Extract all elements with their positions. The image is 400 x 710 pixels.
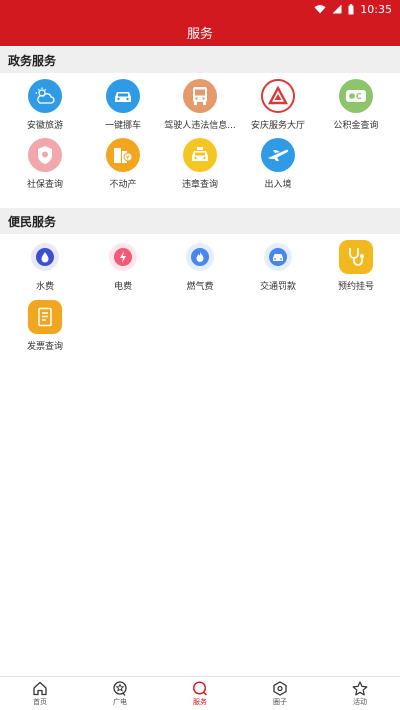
service-label: 公积金查询: [333, 121, 379, 131]
service-immigration[interactable]: 出入境: [238, 138, 318, 190]
section-title: 政务服务: [8, 53, 57, 68]
bus-icon: [183, 79, 217, 113]
lightning-icon: [109, 243, 137, 271]
water-drop-icon: [31, 243, 59, 271]
service-label: 交通罚款: [259, 282, 296, 292]
service-label: 出入境: [264, 180, 292, 190]
service-label: 违章查询: [181, 180, 218, 190]
signal-icon: [332, 4, 342, 14]
service-label: 不动产: [109, 180, 137, 190]
battery-icon: [348, 3, 354, 14]
star-icon: [352, 680, 368, 695]
tab-label: 圈子: [273, 697, 287, 706]
wifi-icon: [314, 5, 326, 14]
search-service-icon: [192, 680, 208, 696]
airplane-icon: [261, 138, 295, 172]
car-front-icon: [264, 243, 292, 271]
service-logo-icon: [261, 79, 295, 113]
page-title: 服务: [186, 26, 213, 42]
service-label: 水费: [35, 282, 54, 292]
status-bar: 10:35: [0, 0, 400, 18]
tab-label: 首页: [33, 697, 47, 706]
tab-home[interactable]: 首页: [0, 677, 80, 710]
bottom-tab-bar: 首页 广电 服务 圈子 活动: [0, 676, 400, 710]
home-icon: [33, 681, 47, 695]
service-label: 社保查询: [26, 180, 63, 190]
tab-broadcast[interactable]: 广电: [80, 677, 160, 710]
building-icon: ¥: [106, 138, 140, 172]
service-driver-violation[interactable]: 驾驶人违法信息...: [160, 79, 240, 131]
service-label: 预约挂号: [337, 282, 374, 292]
service-real-estate[interactable]: ¥ 不动产: [83, 138, 163, 190]
hexagon-icon: [273, 680, 287, 696]
service-label: 安庆服务大厅: [250, 121, 305, 131]
shield-icon: [28, 138, 62, 172]
section-title: 便民服务: [8, 214, 57, 229]
service-water-fee[interactable]: 水费: [5, 240, 85, 292]
service-label: 一键挪车: [104, 121, 141, 131]
weather-cloud-icon: [28, 79, 62, 113]
service-label: 发票查询: [26, 342, 63, 352]
section-header-life: 便民服务: [0, 208, 400, 234]
section-header-gov: 政务服务: [0, 47, 400, 73]
fund-card-icon: C: [339, 79, 373, 113]
service-social-security[interactable]: 社保查询: [5, 138, 85, 190]
service-label: 驾驶人违法信息...: [164, 121, 236, 131]
service-move-car[interactable]: 一键挪车: [83, 79, 163, 131]
service-appointment[interactable]: 预约挂号: [316, 240, 396, 292]
tab-service[interactable]: 服务: [160, 677, 240, 710]
service-traffic-violation[interactable]: 违章查询: [160, 138, 240, 190]
service-label: 电费: [113, 282, 132, 292]
tab-activity[interactable]: 活动: [320, 677, 400, 710]
app-header: 服务: [0, 18, 400, 46]
service-anqing-hall[interactable]: 安庆服务大厅: [238, 79, 318, 131]
svg-text:C: C: [356, 92, 362, 101]
receipt-icon: [28, 300, 62, 334]
taxi-icon: [183, 138, 217, 172]
tab-label: 服务: [193, 697, 207, 706]
service-traffic-fine[interactable]: 交通罚款: [238, 240, 318, 292]
service-electricity-fee[interactable]: 电费: [83, 240, 163, 292]
service-housing-fund[interactable]: C 公积金查询: [316, 79, 396, 131]
service-gas-fee[interactable]: 燃气费: [160, 240, 240, 292]
status-time: 10:35: [360, 2, 392, 16]
flame-icon: [186, 243, 214, 271]
car-icon: [106, 79, 140, 113]
service-label: 燃气费: [186, 282, 214, 292]
svg-text:¥: ¥: [126, 155, 130, 162]
tab-label: 广电: [113, 697, 127, 706]
service-label: 安徽旅游: [26, 121, 63, 131]
service-anhui-travel[interactable]: 安徽旅游: [5, 79, 85, 131]
stethoscope-icon: [339, 240, 373, 274]
star-badge-icon: [113, 680, 127, 696]
service-invoice-query[interactable]: 发票查询: [5, 300, 85, 352]
tab-label: 活动: [353, 697, 367, 706]
tab-circle[interactable]: 圈子: [240, 677, 320, 710]
